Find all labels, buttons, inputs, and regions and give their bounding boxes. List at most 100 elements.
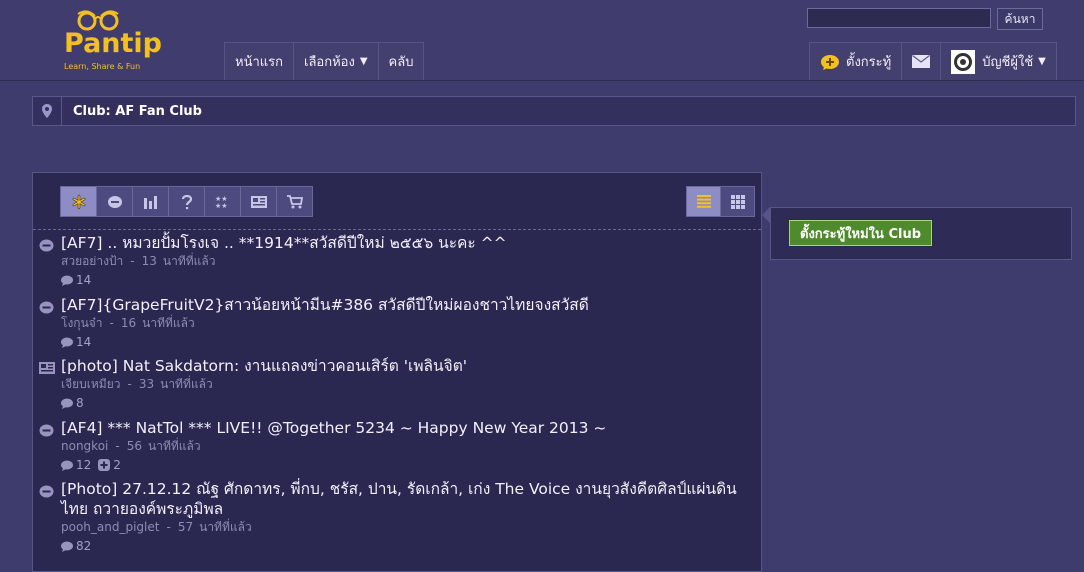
new-topic-in-club-button[interactable]: ตั้งกระทู้ใหม่ใน Club bbox=[788, 219, 933, 247]
chat-face-icon bbox=[107, 195, 122, 208]
topic-title[interactable]: [AF7] .. หมวยปั้มโรงเจ .. **1914**สวัสดี… bbox=[61, 233, 761, 253]
mail-icon bbox=[912, 55, 931, 68]
site-header: Pantip Learn, Share & Fun ค้นหา หน้าแรก … bbox=[0, 0, 1084, 81]
main-nav: หน้าแรก เลือกห้อง ▼ คลับ bbox=[224, 42, 425, 80]
topic-panel: ★★ ★★ [AF7] .. หมวยปั้มโรงเจ .. **1914**… bbox=[32, 172, 762, 572]
topic-minutes: 33 bbox=[138, 377, 155, 391]
comment-icon bbox=[61, 337, 73, 348]
location-pin-box bbox=[33, 97, 62, 125]
question-icon bbox=[181, 194, 192, 209]
filter-poll-button[interactable] bbox=[132, 186, 169, 217]
topic-stats: 14 bbox=[61, 334, 761, 350]
chat-face-icon bbox=[39, 301, 54, 314]
side-panel: ตั้งกระทู้ใหม่ใน Club bbox=[770, 207, 1072, 260]
logo-tagline: Learn, Share & Fun bbox=[64, 62, 141, 71]
new-topic-nav-button[interactable]: ตั้งกระทู้ bbox=[809, 42, 903, 80]
topic-list: [AF7] .. หมวยปั้มโรงเจ .. **1914**สวัสดี… bbox=[33, 233, 761, 559]
messages-button[interactable] bbox=[901, 42, 942, 80]
topic-item[interactable]: [AF4] *** NatTol *** LIVE!! @Together 52… bbox=[33, 418, 761, 479]
chat-face-icon bbox=[39, 424, 54, 437]
comment-icon bbox=[61, 398, 73, 409]
vote-plus-icon bbox=[98, 459, 111, 471]
topic-title[interactable]: [AF7]{GrapeFruitV2}สาวน้อยหน้ามีน#386 สว… bbox=[61, 295, 761, 315]
newspaper-icon bbox=[250, 195, 267, 208]
topic-author[interactable]: โงกุนจ๋า bbox=[61, 316, 103, 330]
topic-author[interactable]: nongkoi bbox=[61, 439, 108, 453]
chat-face-icon bbox=[39, 485, 54, 498]
stars-icon: ★★ ★★ bbox=[215, 195, 228, 209]
page-title: Club: AF Fan Club bbox=[73, 103, 202, 119]
logo-text: Pantip bbox=[64, 28, 162, 59]
topic-stats: 8 bbox=[61, 395, 761, 411]
grid-view-button[interactable] bbox=[720, 186, 755, 217]
account-menu[interactable]: บัญชีผู้ใช้ ▼ bbox=[940, 42, 1057, 80]
location-pin-icon bbox=[42, 104, 52, 118]
account-label: บัญชีผู้ใช้ bbox=[982, 55, 1034, 70]
comment-count: 14 bbox=[76, 273, 92, 287]
topic-minutes: 16 bbox=[120, 316, 137, 330]
breadcrumb: Club: AF Fan Club bbox=[32, 96, 1076, 126]
topic-meta: nongkoi -56 นาทีที่แล้ว bbox=[61, 439, 201, 453]
search-input[interactable] bbox=[807, 8, 991, 28]
side-panel-arrow bbox=[762, 207, 770, 223]
filter-chat-button[interactable] bbox=[96, 186, 133, 217]
topic-minutes: 13 bbox=[141, 254, 157, 268]
list-view-icon bbox=[696, 195, 711, 208]
user-nav: ตั้งกระทู้ บัญชีผู้ใช้ ▼ bbox=[809, 42, 1057, 80]
filter-review-button[interactable]: ★★ ★★ bbox=[204, 186, 241, 217]
topic-ago: นาทีที่แล้ว bbox=[160, 377, 213, 391]
comment-icon bbox=[61, 541, 73, 552]
grid-view-icon bbox=[730, 194, 745, 209]
nav-select-room[interactable]: เลือกห้อง ▼ bbox=[293, 42, 379, 80]
topic-filter-group: ★★ ★★ bbox=[60, 186, 313, 217]
filter-all-button[interactable] bbox=[60, 186, 97, 217]
new-topic-speech-icon bbox=[821, 54, 839, 70]
avatar bbox=[951, 49, 976, 74]
filter-shopping-button[interactable] bbox=[276, 186, 313, 217]
newspaper-icon bbox=[39, 362, 55, 374]
comment-count: 12 bbox=[76, 458, 92, 472]
nav-select-room-label: เลือกห้อง bbox=[304, 55, 355, 70]
pantip-logo[interactable]: Pantip Learn, Share & Fun bbox=[62, 8, 172, 74]
filter-news-button[interactable] bbox=[240, 186, 277, 217]
list-view-button[interactable] bbox=[686, 186, 721, 217]
chevron-down-icon: ▼ bbox=[1038, 56, 1046, 67]
nav-home[interactable]: หน้าแรก bbox=[224, 42, 294, 80]
topic-item[interactable]: [photo] Nat Sakdatorn: งานแถลงข่าวคอนเสิ… bbox=[33, 356, 761, 418]
topic-item[interactable]: [Photo] 27.12.12 ณัฐ ศักดาทร, พี่กบ, ชรั… bbox=[33, 479, 761, 559]
topic-minutes: 56 bbox=[126, 439, 142, 453]
topic-stats: 82 bbox=[61, 538, 761, 554]
comment-icon bbox=[61, 460, 73, 471]
topic-title[interactable]: [Photo] 27.12.12 ณัฐ ศักดาทร, พี่กบ, ชรั… bbox=[61, 479, 751, 519]
new-topic-nav-label: ตั้งกระทู้ bbox=[846, 55, 892, 70]
topic-stats: 12 2 bbox=[61, 457, 761, 473]
topic-item[interactable]: [AF7]{GrapeFruitV2}สาวน้อยหน้ามีน#386 สว… bbox=[33, 295, 761, 356]
topic-ago: นาทีที่แล้ว bbox=[162, 254, 216, 268]
comment-count: 8 bbox=[76, 396, 84, 410]
topic-title[interactable]: [photo] Nat Sakdatorn: งานแถลงข่าวคอนเสิ… bbox=[61, 356, 761, 376]
chevron-down-icon: ▼ bbox=[359, 56, 368, 67]
topic-title[interactable]: [AF4] *** NatTol *** LIVE!! @Together 52… bbox=[61, 418, 761, 438]
nav-home-label: หน้าแรก bbox=[235, 55, 283, 70]
topic-meta: pooh_and_piglet -57 นาทีที่แล้ว bbox=[61, 520, 252, 534]
search-button[interactable]: ค้นหา bbox=[997, 8, 1043, 30]
topic-ago: นาทีที่แล้ว bbox=[142, 316, 195, 330]
vote-count: 2 bbox=[113, 458, 121, 472]
chat-face-icon bbox=[39, 239, 54, 252]
asterisk-icon bbox=[72, 194, 85, 209]
topic-stats: 14 bbox=[61, 272, 761, 288]
topic-item[interactable]: [AF7] .. หมวยปั้มโรงเจ .. **1914**สวัสดี… bbox=[33, 233, 761, 295]
comment-count: 14 bbox=[76, 335, 92, 349]
topic-author[interactable]: pooh_and_piglet bbox=[61, 520, 159, 534]
comment-icon bbox=[61, 275, 73, 286]
topic-toolbar: ★★ ★★ bbox=[33, 173, 761, 230]
topic-ago: นาทีที่แล้ว bbox=[199, 520, 252, 534]
comment-count: 82 bbox=[76, 539, 92, 553]
topic-author[interactable]: เจียบเหมียว bbox=[61, 377, 120, 391]
topic-ago: นาทีที่แล้ว bbox=[148, 439, 201, 453]
bar-chart-icon bbox=[143, 195, 157, 209]
nav-club[interactable]: คลับ bbox=[377, 42, 425, 80]
topic-meta: สวยอย่างป้า -13 นาทีที่แล้ว bbox=[61, 254, 216, 268]
filter-question-button[interactable] bbox=[168, 186, 205, 217]
topic-author[interactable]: สวยอย่างป้า bbox=[61, 254, 123, 268]
